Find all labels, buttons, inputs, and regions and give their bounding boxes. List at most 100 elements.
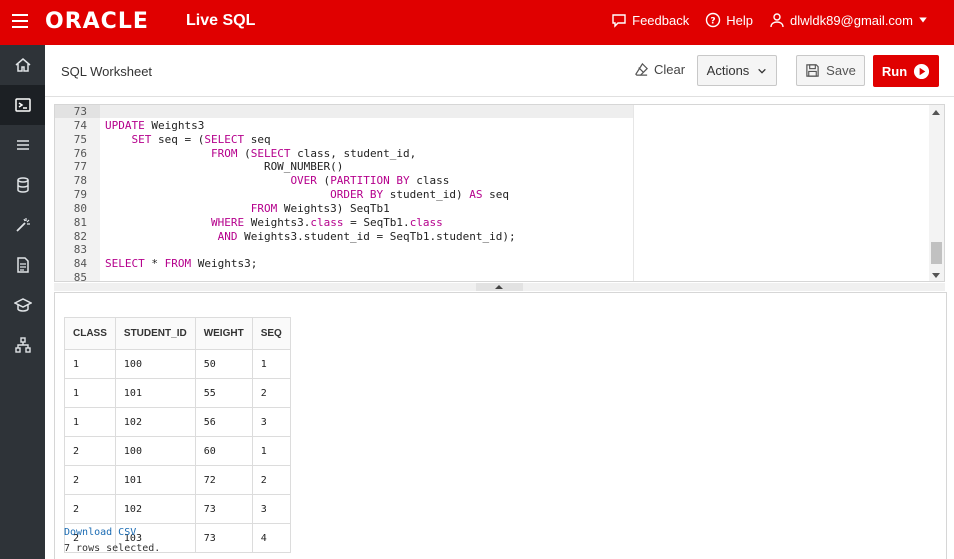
code-line[interactable]: 78 OVER (PARTITION BY class	[55, 174, 450, 188]
code-line[interactable]: 80 FROM Weights3) SeqTb1	[55, 201, 390, 216]
hamburger-menu-icon[interactable]	[12, 14, 28, 28]
collapse-handle[interactable]	[476, 283, 523, 291]
user-menu[interactable]: dlwldk89@gmail.com	[769, 12, 928, 28]
table-cell: 101	[114, 465, 196, 495]
code-text[interactable]: FROM Weights3) SeqTb1	[105, 202, 390, 216]
table-row: 2 101 72 2	[64, 465, 291, 495]
clear-button[interactable]: Clear	[634, 62, 685, 77]
code-line[interactable]: 81 WHERE Weights3.class = SeqTb1.class	[55, 216, 443, 230]
chevron-down-icon	[758, 68, 767, 74]
caret-down-icon	[919, 17, 927, 23]
list-icon	[16, 140, 29, 150]
table-cell: 2	[251, 378, 291, 408]
actions-button[interactable]: Actions	[697, 55, 777, 86]
table-header-row: CLASS STUDENT_ID WEIGHT SEQ	[64, 317, 291, 350]
current-line-highlight	[55, 105, 633, 118]
code-text[interactable]: FROM (SELECT class, student_id,	[105, 147, 416, 161]
sql-editor[interactable]: 73 74 UPDATE Weights3 75 SET seq = (SELECT …	[54, 104, 945, 282]
sidebar-item-schema[interactable]	[0, 165, 45, 205]
code-text[interactable]: SELECT * FROM Weights3;	[105, 257, 257, 271]
code-text[interactable]: UPDATE Weights3	[105, 119, 204, 133]
code-text[interactable]: WHERE Weights3.class = SeqTb1.class	[105, 216, 443, 230]
code-line[interactable]: 83	[55, 243, 89, 257]
sidebar-item-scripts[interactable]	[0, 245, 45, 285]
code-text[interactable]: AND Weights3.student_id = SeqTb1.student…	[105, 230, 516, 244]
table-cell: 73	[194, 494, 253, 524]
print-margin	[633, 105, 634, 281]
line-number: 85	[73, 271, 87, 282]
code-text[interactable]: OVER (PARTITION BY class	[105, 174, 449, 188]
speech-bubble-icon	[612, 14, 626, 28]
code-line[interactable]: 76 FROM (SELECT class, student_id,	[55, 147, 417, 161]
table-cell: 1	[251, 436, 291, 466]
editor-scrollbar[interactable]	[929, 105, 944, 281]
column-header: SEQ	[251, 317, 291, 350]
code-line[interactable]: 82 AND Weights3.student_id = SeqTb1.stud…	[55, 230, 516, 244]
code-text[interactable]: ROW_NUMBER()	[105, 160, 343, 174]
sidebar-item-home[interactable]	[0, 45, 45, 85]
results-body: 1 100 50 1 1 101 55 2 1 102 56 3 2 100 60 1 2 101 72 2 2 102 7…	[64, 349, 291, 553]
table-cell: 72	[194, 465, 253, 495]
code-line[interactable]: 73	[55, 105, 89, 119]
save-label: Save	[826, 63, 856, 78]
scrollbar-thumb[interactable]	[931, 242, 942, 264]
line-number: 77	[73, 160, 87, 174]
help-link[interactable]: ? Help	[705, 12, 753, 28]
table-cell: 1	[64, 407, 116, 437]
code-lines[interactable]: 73 74 UPDATE Weights3 75 SET seq = (SELECT …	[55, 105, 516, 282]
oracle-logo[interactable]: ORACLE	[45, 9, 149, 34]
table-cell: 55	[194, 378, 253, 408]
code-line[interactable]: 77 ROW_NUMBER()	[55, 160, 344, 174]
sidebar-item-sql-worksheet[interactable]	[0, 85, 45, 125]
table-cell: 3	[251, 407, 291, 437]
top-bar: ORACLE Live SQL Feedback ? Help dlwldk89…	[0, 0, 954, 45]
scroll-down-arrow-icon[interactable]	[932, 273, 940, 278]
line-number: 74	[73, 118, 87, 132]
sidebar-item-quick-sql[interactable]	[0, 205, 45, 245]
graduation-cap-icon	[13, 298, 32, 312]
table-cell: 2	[64, 494, 116, 524]
table-cell: 102	[114, 407, 196, 437]
code-line[interactable]: 84 SELECT * FROM Weights3;	[55, 257, 258, 271]
line-number: 80	[73, 201, 87, 215]
table-cell: 3	[251, 494, 291, 524]
scroll-up-arrow-icon[interactable]	[932, 110, 940, 115]
sidebar	[0, 45, 45, 559]
results-pane: CLASS STUDENT_ID WEIGHT SEQ 1 100 50 1 1 101 5…	[54, 292, 947, 559]
table-row: 2 102 73 3	[64, 494, 291, 524]
sidebar-item-tutorials[interactable]	[0, 285, 45, 325]
download-csv-link[interactable]: Download CSV	[64, 527, 136, 538]
actions-label: Actions	[706, 63, 750, 78]
code-text[interactable]: ORDER BY student_id) AS seq	[105, 188, 509, 202]
page-title: SQL Worksheet	[61, 64, 153, 79]
worksheet-header: SQL Worksheet Clear Actions Save Run	[45, 45, 954, 97]
sidebar-item-list[interactable]	[0, 125, 45, 165]
code-line[interactable]: 75 SET seq = (SELECT seq	[55, 133, 271, 147]
terminal-icon	[14, 98, 31, 112]
home-icon	[15, 58, 30, 72]
table-row: 2 100 60 1	[64, 436, 291, 466]
sidebar-item-samples[interactable]	[0, 325, 45, 365]
line-number: 73	[73, 105, 87, 118]
table-cell: 1	[64, 378, 116, 408]
play-circle-icon	[914, 63, 930, 79]
floppy-disk-icon	[806, 64, 819, 77]
code-line[interactable]: 85	[55, 271, 89, 282]
code-line[interactable]: 79 ORDER BY student_id) AS seq	[55, 188, 509, 202]
database-icon	[16, 177, 29, 193]
eraser-icon	[635, 62, 648, 76]
pane-splitter[interactable]	[54, 283, 945, 291]
save-button[interactable]: Save	[796, 55, 865, 86]
code-text[interactable]: SET seq = (SELECT seq	[105, 133, 271, 147]
hierarchy-icon	[14, 337, 31, 353]
svg-text:?: ?	[711, 17, 716, 27]
feedback-label: Feedback	[632, 12, 690, 28]
rows-selected-status: 7 rows selected.	[64, 543, 161, 554]
app-name[interactable]: Live SQL	[186, 12, 255, 30]
code-line[interactable]: 74 UPDATE Weights3	[55, 118, 205, 133]
table-cell: 100	[114, 436, 196, 466]
run-label: Run	[881, 63, 908, 79]
magic-wand-icon	[15, 218, 30, 232]
feedback-link[interactable]: Feedback	[611, 12, 689, 28]
run-button[interactable]: Run	[873, 55, 939, 87]
